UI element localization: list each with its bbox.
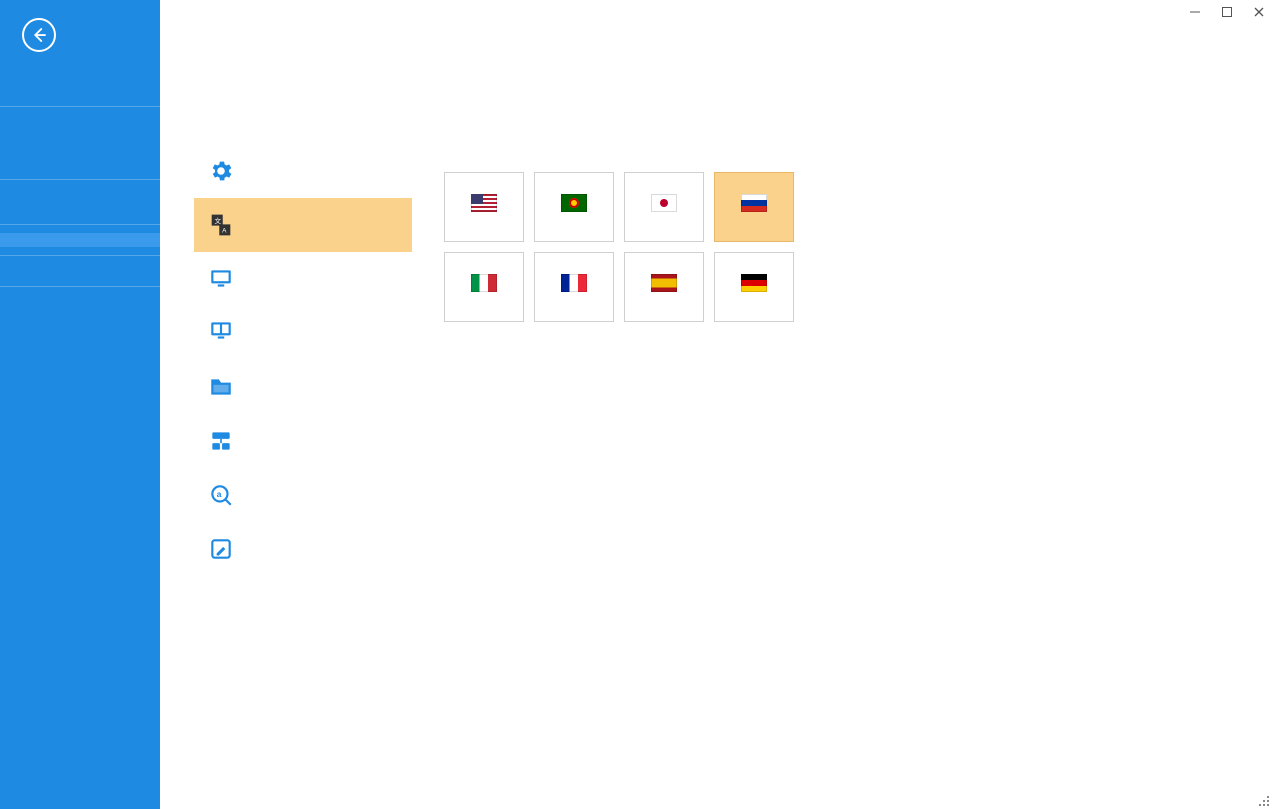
flag-de-icon <box>741 274 767 292</box>
svg-text:a: a <box>217 489 222 499</box>
sidebar-item-save-as[interactable] <box>0 143 160 157</box>
flag-fr-icon <box>561 274 587 292</box>
flag-ru-icon <box>741 194 767 212</box>
main-content: 文A <box>160 24 1272 809</box>
sidebar-separator <box>0 255 160 256</box>
back-button[interactable] <box>22 18 56 52</box>
language-option-fr[interactable] <box>534 252 614 322</box>
language-option-es[interactable] <box>624 252 704 322</box>
svg-text:文: 文 <box>215 216 222 225</box>
sidebar-item-exit[interactable] <box>0 309 160 323</box>
language-option-it[interactable] <box>444 252 524 322</box>
sidebar-separator <box>0 106 160 107</box>
category-general[interactable] <box>194 144 412 198</box>
layout-icon <box>208 318 234 344</box>
language-option-jp[interactable] <box>624 172 704 242</box>
svg-text:A: A <box>222 228 227 235</box>
sidebar-separator <box>0 179 160 180</box>
flag-es-icon <box>651 274 677 292</box>
arrow-left-icon <box>30 26 48 44</box>
flag-en-icon <box>471 194 497 212</box>
titlebar <box>160 0 1272 24</box>
sidebar-item-print[interactable] <box>0 295 160 309</box>
language-icon: 文A <box>208 212 234 238</box>
language-option-ru[interactable] <box>714 172 794 242</box>
sidebar-item-compress[interactable] <box>0 188 160 202</box>
flag-pt-icon <box>561 194 587 212</box>
category-correction[interactable] <box>194 522 412 576</box>
sidebar-item-convert[interactable] <box>0 84 160 98</box>
language-grid <box>444 172 804 322</box>
language-option-pt[interactable] <box>534 172 614 242</box>
category-proxy[interactable] <box>194 414 412 468</box>
gear-icon <box>208 158 234 184</box>
resize-grip[interactable] <box>1258 795 1270 807</box>
language-option-de[interactable] <box>714 252 794 322</box>
sidebar-separator <box>0 224 160 225</box>
monitor-icon <box>208 266 234 292</box>
sidebar-separator <box>0 286 160 287</box>
ocr-icon: a <box>208 482 234 508</box>
window-controls <box>1188 0 1266 24</box>
settings-panel <box>444 144 1252 322</box>
category-documents[interactable] <box>194 360 412 414</box>
sidebar-item-properties[interactable] <box>0 202 160 216</box>
network-icon <box>208 428 234 454</box>
minimize-button[interactable] <box>1188 5 1202 19</box>
settings-category-list: 文A <box>194 144 412 576</box>
edit-icon <box>208 536 234 562</box>
language-option-en[interactable] <box>444 172 524 242</box>
close-button[interactable] <box>1252 5 1266 19</box>
category-language[interactable]: 文A <box>194 198 412 252</box>
folder-icon <box>208 374 234 400</box>
sidebar-item-settings[interactable] <box>0 233 160 247</box>
sidebar-item-close[interactable] <box>0 157 160 171</box>
flag-it-icon <box>471 274 497 292</box>
maximize-button[interactable] <box>1220 5 1234 19</box>
sidebar-item-create[interactable] <box>0 70 160 84</box>
sidebar <box>0 0 160 809</box>
sidebar-item-open[interactable] <box>0 115 160 129</box>
sidebar-item-send[interactable] <box>0 264 160 278</box>
category-pagelayout[interactable] <box>194 306 412 360</box>
category-ocr[interactable]: a <box>194 468 412 522</box>
category-graphics[interactable] <box>194 252 412 306</box>
sidebar-item-save[interactable] <box>0 129 160 143</box>
flag-jp-icon <box>651 194 677 212</box>
